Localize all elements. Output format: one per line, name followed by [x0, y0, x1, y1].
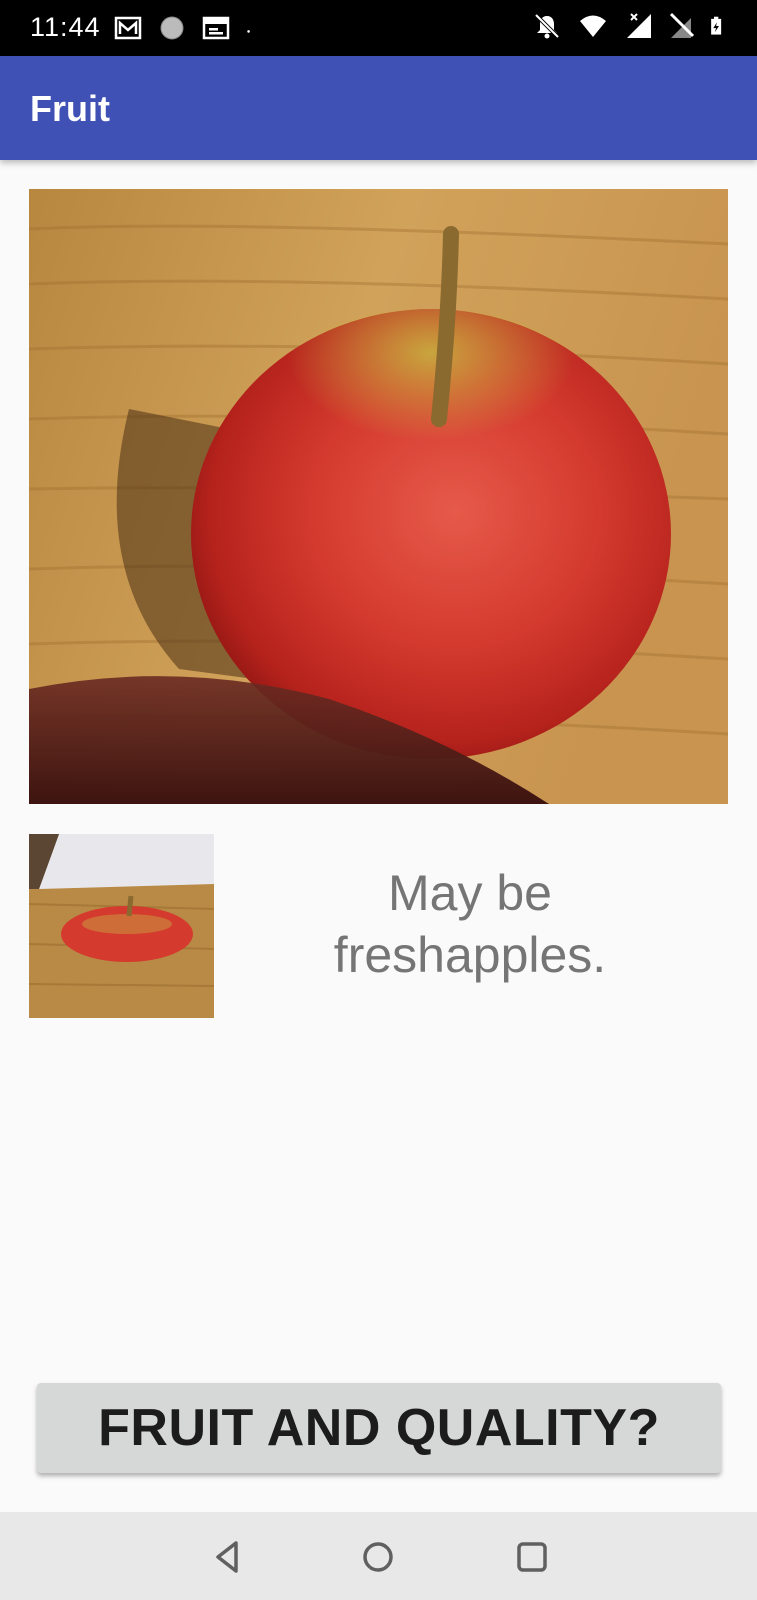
status-bar: 11:44 — [0, 0, 757, 56]
no-sim-icon — [669, 12, 695, 38]
circle-app-icon — [160, 16, 184, 40]
dot-icon — [247, 30, 250, 33]
status-notification-icons — [114, 14, 258, 42]
status-time: 11:44 — [30, 12, 101, 42]
signal-icon — [627, 13, 651, 38]
navigation-bar — [0, 1512, 757, 1600]
recents-icon[interactable] — [512, 1537, 552, 1577]
fruit-quality-button[interactable]: FRUIT AND QUALITY? — [37, 1383, 721, 1473]
app-title: Fruit — [30, 88, 110, 129]
thumbnail-photo — [29, 834, 214, 1018]
home-icon[interactable] — [358, 1537, 398, 1577]
battery-charging-icon — [711, 16, 722, 35]
app-bar: Fruit — [0, 56, 757, 160]
status-system-icons — [533, 12, 729, 40]
captured-photo — [29, 189, 728, 804]
calendar-icon — [202, 16, 230, 40]
gmail-icon — [114, 16, 142, 40]
back-icon[interactable] — [208, 1537, 248, 1577]
apple-photo — [29, 189, 728, 804]
notifications-off-icon — [534, 13, 560, 39]
result-text: May be freshapples. — [333, 865, 607, 983]
apple-thumbnail — [29, 834, 214, 1018]
wifi-icon — [580, 15, 606, 37]
